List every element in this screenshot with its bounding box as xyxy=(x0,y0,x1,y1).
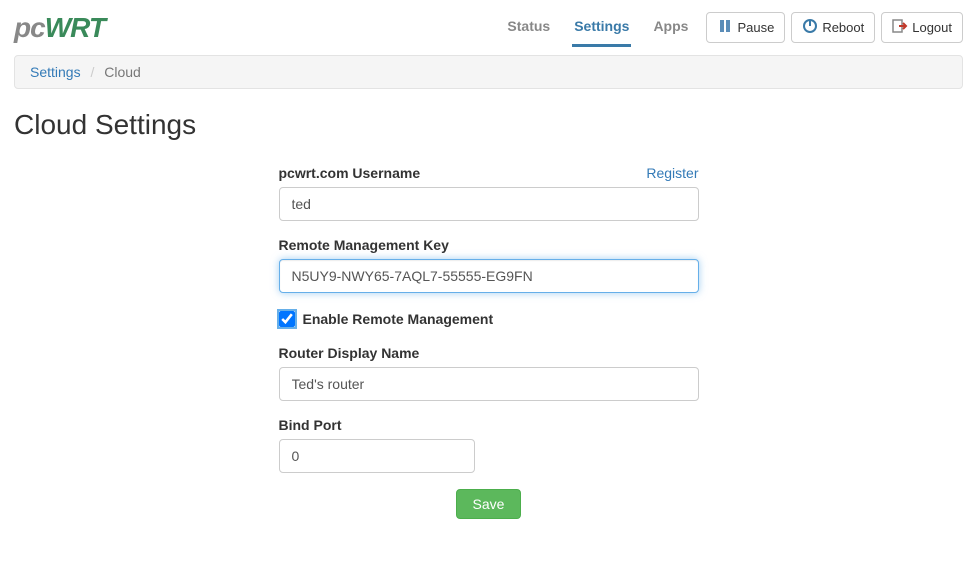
nav-links: Status Settings Apps xyxy=(505,8,690,47)
username-input[interactable] xyxy=(279,187,699,221)
remote-key-label: Remote Management Key xyxy=(279,237,449,253)
username-label: pcwrt.com Username xyxy=(279,165,421,181)
nav-buttons: Pause Reboot Logout xyxy=(706,12,963,43)
bind-port-label: Bind Port xyxy=(279,417,342,433)
logo-part1: pc xyxy=(14,12,45,43)
pause-button[interactable]: Pause xyxy=(706,12,785,43)
nav-settings[interactable]: Settings xyxy=(572,8,631,47)
breadcrumb-current: Cloud xyxy=(104,64,141,80)
cloud-settings-form: pcwrt.com Username Register Remote Manag… xyxy=(279,165,699,519)
logout-icon xyxy=(892,18,908,37)
register-link[interactable]: Register xyxy=(646,165,698,181)
pause-icon xyxy=(717,18,733,37)
logout-button[interactable]: Logout xyxy=(881,12,963,43)
enable-remote-label[interactable]: Enable Remote Management xyxy=(303,311,494,327)
nav-apps[interactable]: Apps xyxy=(651,8,690,47)
remote-key-input[interactable] xyxy=(279,259,699,293)
reboot-label: Reboot xyxy=(822,20,864,35)
navbar: pcWRT Status Settings Apps Pause Reboot … xyxy=(0,0,977,55)
power-icon xyxy=(802,18,818,37)
display-name-label: Router Display Name xyxy=(279,345,420,361)
save-button[interactable]: Save xyxy=(456,489,522,519)
page-title: Cloud Settings xyxy=(14,109,963,141)
reboot-button[interactable]: Reboot xyxy=(791,12,875,43)
enable-remote-checkbox[interactable] xyxy=(279,311,295,327)
logo[interactable]: pcWRT xyxy=(14,12,105,44)
breadcrumb: Settings / Cloud xyxy=(14,55,963,89)
display-name-input[interactable] xyxy=(279,367,699,401)
logo-part2: WRT xyxy=(45,12,105,43)
bind-port-input[interactable] xyxy=(279,439,475,473)
breadcrumb-separator: / xyxy=(84,64,100,80)
breadcrumb-parent[interactable]: Settings xyxy=(30,64,81,80)
nav-status[interactable]: Status xyxy=(505,8,552,47)
pause-label: Pause xyxy=(737,20,774,35)
logout-label: Logout xyxy=(912,20,952,35)
